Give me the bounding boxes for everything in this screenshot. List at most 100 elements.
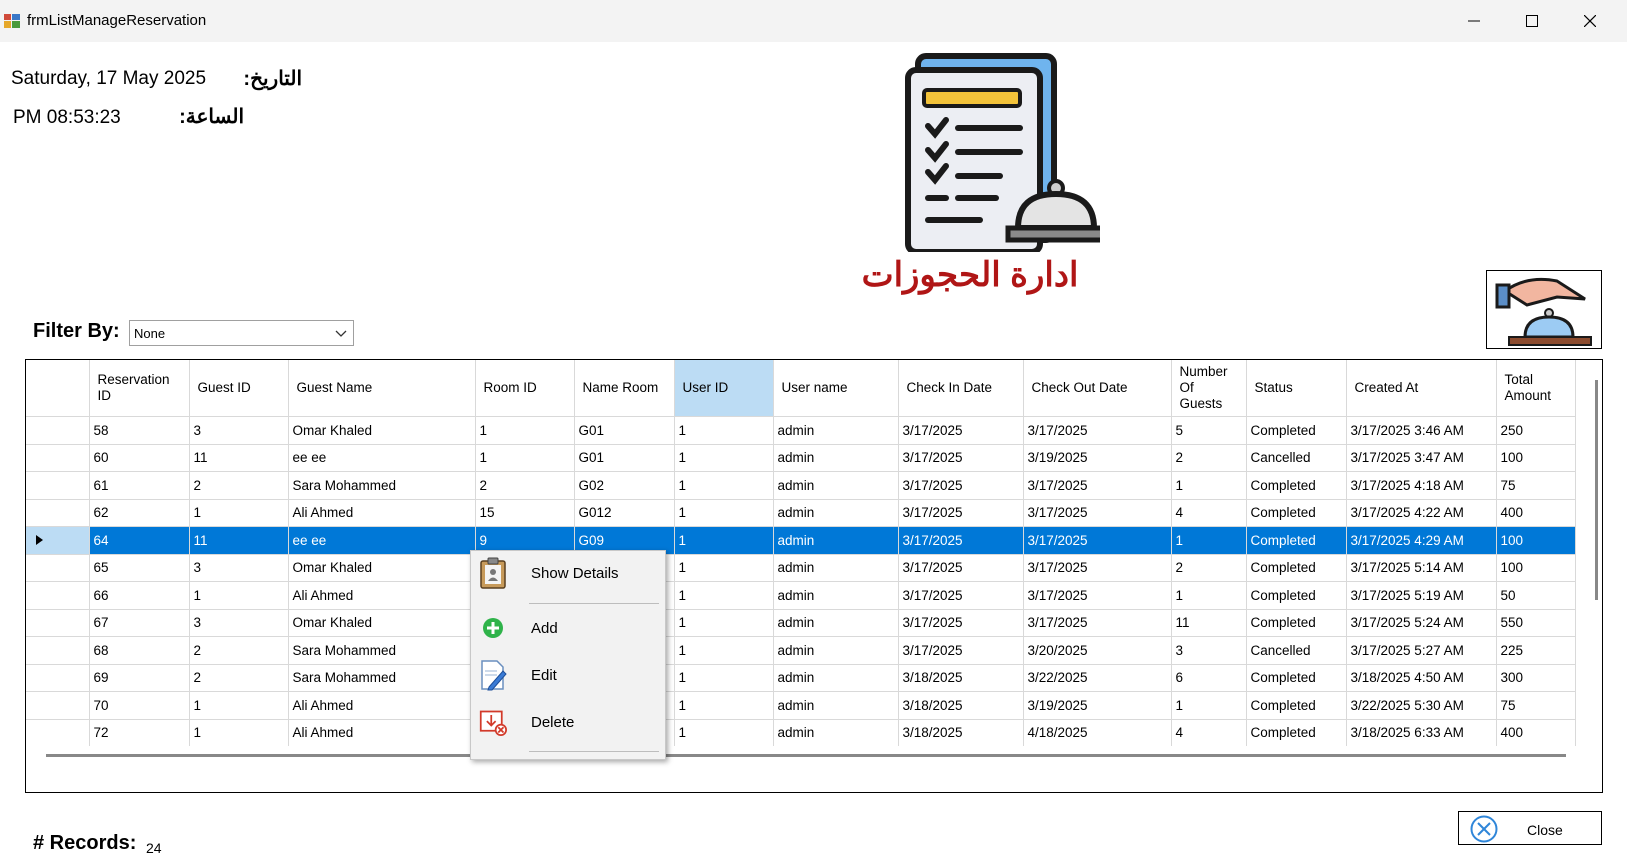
table-cell[interactable]: admin [773,719,899,747]
table-cell[interactable]: 1 [189,691,289,720]
table-cell[interactable]: 3/17/2025 [898,499,1024,527]
column-header[interactable]: Check Out Date [1023,360,1172,417]
table-cell[interactable]: Sara Mohammed [288,664,476,692]
table-cell[interactable]: 2 [1171,444,1247,472]
table-cell[interactable]: 3/17/2025 [1023,554,1172,582]
table-cell[interactable]: 3/17/2025 5:14 AM [1346,554,1497,582]
table-cell[interactable]: 2 [475,471,575,500]
table-row[interactable]: 61 2 Sara Mohammed 2 G02 1 admin 3/17/2025 3/17/… [26,471,1576,500]
table-cell[interactable]: 3/17/2025 [898,609,1024,637]
column-header[interactable]: Created At [1346,360,1497,417]
column-header[interactable]: Guest Name [288,360,476,417]
table-cell[interactable]: admin [773,554,899,582]
table-cell[interactable]: 3/17/2025 5:27 AM [1346,636,1497,665]
menu-item-edit[interactable]: Edit [471,653,665,697]
table-row[interactable]: 67 3 Omar Khaled 1 admin 3/17/2025 3/17/2025 11… [26,609,1576,637]
table-cell[interactable]: 3/20/2025 [1023,636,1172,665]
table-cell[interactable]: 5 [1171,416,1247,445]
table-cell[interactable]: 3 [189,609,289,637]
reservations-grid[interactable]: Reservation ID Guest ID Guest Name Room … [25,359,1603,793]
table-cell[interactable]: 4 [1171,719,1247,747]
table-row[interactable]: 64 11 ee ee 9 G09 1 admin 3/17/2025 3/17/2025 1 Co… [26,526,1576,555]
table-cell[interactable]: 4/18/2025 [1023,719,1172,747]
table-cell[interactable]: Ali Ahmed [288,719,476,747]
table-cell[interactable]: 3/18/2025 4:50 AM [1346,664,1497,692]
table-cell[interactable]: 75 [1496,471,1576,500]
menu-item-add[interactable]: Add [471,606,665,650]
table-cell[interactable]: 100 [1496,554,1576,582]
menu-item-delete[interactable]: Delete [471,700,665,744]
table-cell[interactable]: 4 [1171,499,1247,527]
table-cell[interactable]: 3/17/2025 [898,416,1024,445]
table-cell[interactable]: ee ee [288,526,476,555]
table-cell[interactable]: 64 [89,526,190,555]
table-row[interactable]: 72 1 Ali Ahmed 1 admin 3/18/2025 4/18/2025 4 Com… [26,719,1576,747]
table-cell[interactable]: 61 [89,471,190,500]
table-cell[interactable]: 1 [189,581,289,610]
table-row[interactable]: 62 1 Ali Ahmed 15 G012 1 admin 3/17/2025 3/17/20… [26,499,1576,527]
table-cell[interactable]: 100 [1496,444,1576,472]
table-cell[interactable]: Completed [1246,471,1347,500]
table-cell[interactable]: 3/17/2025 [898,554,1024,582]
horizontal-scrollbar[interactable] [26,746,1589,792]
table-cell[interactable]: 1 [1171,471,1247,500]
table-cell[interactable]: G01 [574,444,675,472]
table-cell[interactable]: admin [773,444,899,472]
table-cell[interactable]: 2 [1171,554,1247,582]
table-cell[interactable]: 3/22/2025 5:30 AM [1346,691,1497,720]
row-header[interactable] [26,581,90,610]
table-cell[interactable]: 60 [89,444,190,472]
table-cell[interactable]: 11 [189,444,289,472]
table-cell[interactable]: admin [773,416,899,445]
table-cell[interactable]: 50 [1496,581,1576,610]
table-cell[interactable]: 3/18/2025 [898,719,1024,747]
table-cell[interactable]: 3/17/2025 4:22 AM [1346,499,1497,527]
scroll-thumb[interactable] [1595,380,1598,600]
table-cell[interactable]: Cancelled [1246,636,1347,665]
table-row[interactable]: 58 3 Omar Khaled 1 G01 1 admin 3/17/2025 3/17/20… [26,416,1576,445]
table-cell[interactable]: Cancelled [1246,444,1347,472]
table-row[interactable]: 60 11 ee ee 1 G01 1 admin 3/17/2025 3/19/2025 2 Ca… [26,444,1576,472]
table-cell[interactable]: 100 [1496,526,1576,555]
table-cell[interactable]: admin [773,691,899,720]
table-cell[interactable]: 3/17/2025 [898,471,1024,500]
table-cell[interactable]: 3 [189,416,289,445]
column-header[interactable]: Check In Date [898,360,1024,417]
table-cell[interactable]: 3/17/2025 [898,581,1024,610]
table-cell[interactable]: Completed [1246,416,1347,445]
table-cell[interactable]: 1 [189,719,289,747]
table-cell[interactable]: 75 [1496,691,1576,720]
vertical-scrollbar[interactable] [1589,360,1602,746]
table-cell[interactable]: 3/17/2025 3:46 AM [1346,416,1497,445]
table-cell[interactable]: Sara Mohammed [288,636,476,665]
table-cell[interactable]: 1 [674,471,774,500]
table-cell[interactable]: 400 [1496,719,1576,747]
row-header[interactable] [26,554,90,582]
table-cell[interactable]: 3/17/2025 [1023,526,1172,555]
table-cell[interactable]: 3/17/2025 [898,444,1024,472]
row-header[interactable] [26,719,90,747]
maximize-button[interactable] [1504,0,1560,42]
table-cell[interactable]: 1 [674,581,774,610]
table-cell[interactable]: admin [773,581,899,610]
column-header[interactable]: Number Of Guests [1171,360,1247,417]
table-cell[interactable]: 1 [1171,526,1247,555]
table-cell[interactable]: admin [773,636,899,665]
table-cell[interactable]: 1 [1171,581,1247,610]
table-cell[interactable]: 1 [674,499,774,527]
table-cell[interactable]: 2 [189,471,289,500]
table-cell[interactable]: Sara Mohammed [288,471,476,500]
table-cell[interactable]: 1 [1171,691,1247,720]
row-header[interactable] [26,444,90,472]
table-cell[interactable]: 3/17/2025 [898,636,1024,665]
table-cell[interactable]: 67 [89,609,190,637]
table-cell[interactable]: 6 [1171,664,1247,692]
table-row[interactable]: 70 1 Ali Ahmed 1 admin 3/18/2025 3/19/2025 1 Com… [26,691,1576,720]
column-header[interactable]: Guest ID [189,360,289,417]
table-cell[interactable]: 3/17/2025 4:29 AM [1346,526,1497,555]
table-cell[interactable]: Completed [1246,581,1347,610]
row-header[interactable] [26,691,90,720]
table-cell[interactable]: 3/17/2025 [1023,499,1172,527]
table-cell[interactable]: 300 [1496,664,1576,692]
table-cell[interactable]: 3/17/2025 [1023,609,1172,637]
